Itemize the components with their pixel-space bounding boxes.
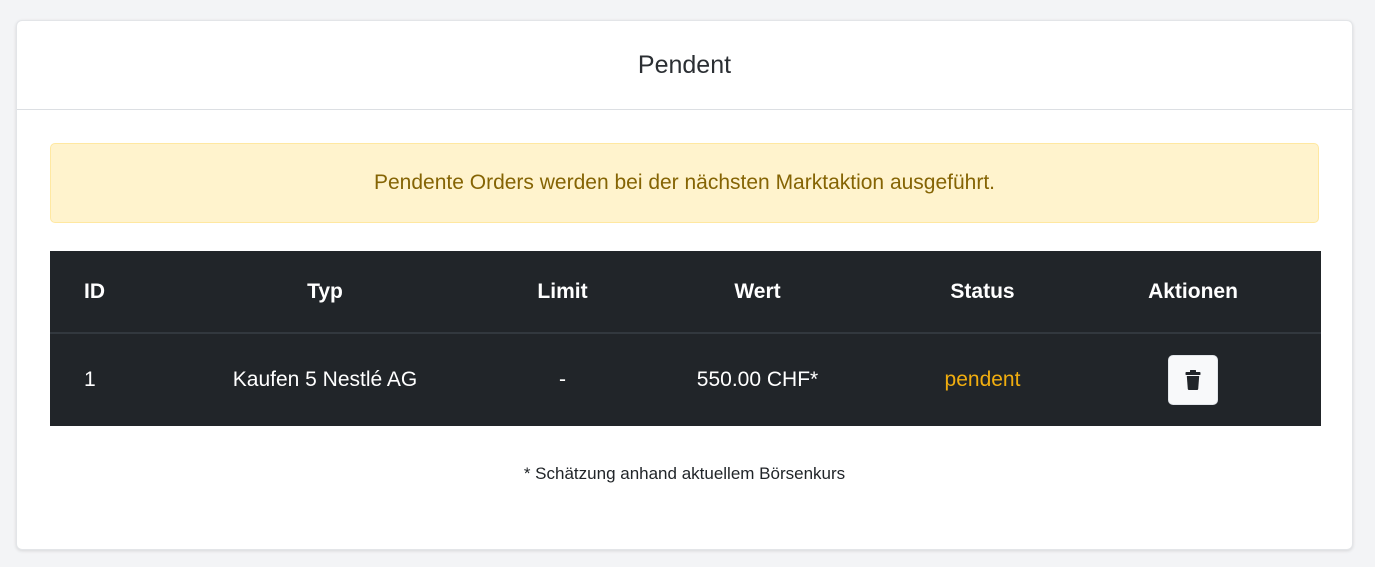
table-body: 1 Kaufen 5 Nestlé AG - 550.00 CHF* pende… (50, 333, 1321, 426)
trash-icon (1185, 370, 1201, 390)
header-typ: Typ (140, 251, 510, 334)
footnote: * Schätzung anhand aktuellem Börsenkurs (523, 464, 846, 483)
table-header: ID Typ Limit Wert Status Aktionen (50, 251, 1321, 334)
header-wert: Wert (615, 251, 900, 334)
orders-table: ID Typ Limit Wert Status Aktionen 1 Kauf… (50, 251, 1321, 426)
info-alert: Pendente Orders werden bei der nächsten … (50, 143, 1319, 223)
alert-text: Pendente Orders werden bei der nächsten … (373, 171, 996, 194)
header-aktionen: Aktionen (1065, 251, 1321, 334)
card-title: Pendent (17, 21, 1352, 110)
cell-id: 1 (84, 368, 96, 391)
cell-limit: - (559, 368, 566, 391)
header-row: ID Typ Limit Wert Status Aktionen (50, 251, 1321, 334)
header-id: ID (50, 251, 140, 334)
cell-aktionen (1065, 333, 1321, 426)
cell-status: pendent (900, 333, 1065, 426)
table-row: 1 Kaufen 5 Nestlé AG - 550.00 CHF* pende… (50, 333, 1321, 426)
delete-button[interactable] (1168, 355, 1218, 405)
card-body: Pendente Orders werden bei der nächsten … (17, 143, 1352, 484)
cell-wert: 550.00 CHF* (696, 368, 819, 391)
status-badge: pendent (944, 368, 1021, 391)
pending-orders-card: Pendent Pendente Orders werden bei der n… (16, 20, 1353, 550)
header-limit: Limit (510, 251, 615, 334)
cell-typ: Kaufen 5 Nestlé AG (232, 368, 418, 391)
header-status: Status (900, 251, 1065, 334)
